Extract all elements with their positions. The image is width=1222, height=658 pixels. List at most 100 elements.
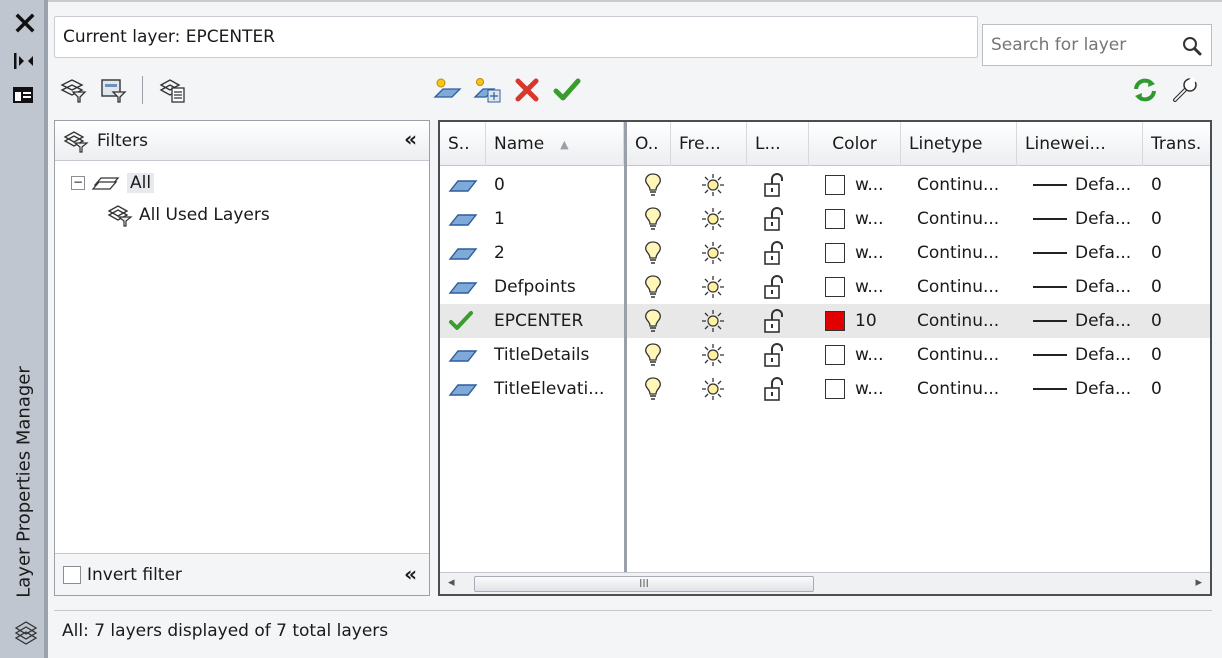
layer-freeze-toggle[interactable] [692,304,742,338]
layer-lock-toggle[interactable] [755,338,809,372]
layer-color[interactable]: 10 [817,304,901,338]
scroll-left-icon[interactable]: ◂ [448,575,455,590]
column-lineweight[interactable]: Linewei... [1017,122,1143,166]
invert-filter-checkbox[interactable] [63,565,81,584]
status-cell[interactable] [440,168,486,202]
search-layer-box[interactable] [982,24,1212,66]
close-icon[interactable] [14,12,36,34]
layer-name[interactable]: Defpoints [486,270,624,304]
horizontal-scrollbar[interactable]: ◂ III ▸ [440,572,1210,594]
scroll-thumb[interactable]: III [474,576,814,592]
layer-linetype[interactable]: Continu... [909,372,1017,406]
layer-freeze-toggle[interactable] [692,338,742,372]
layer-freeze-toggle[interactable] [692,270,742,304]
layer-lock-toggle[interactable] [755,202,809,236]
layer-color[interactable]: w... [817,338,901,372]
layer-transparency[interactable]: 0 [1143,236,1210,270]
column-lock[interactable]: L... [747,122,809,166]
properties-menu-icon[interactable] [12,85,34,105]
layer-linetype[interactable]: Continu... [909,236,1017,270]
layer-lock-toggle[interactable] [755,236,809,270]
layer-lock-toggle[interactable] [755,168,809,202]
new-layer-vp-frozen-button[interactable] [472,75,502,105]
column-on[interactable]: O.. [627,122,671,166]
layer-on-toggle[interactable] [635,270,671,304]
layer-color[interactable]: w... [817,168,901,202]
status-cell[interactable] [440,236,486,270]
table-row[interactable]: 1 w... Continu... Defa... 0 [440,202,1210,236]
layer-lineweight[interactable]: Defa... [1025,304,1143,338]
layer-linetype[interactable]: Continu... [909,304,1017,338]
layer-name[interactable]: TitleDetails [486,338,624,372]
layer-name[interactable]: TitleElevati... [486,372,624,406]
column-status[interactable]: S.. [440,122,486,166]
layer-name[interactable]: 2 [486,236,624,270]
layer-name[interactable]: 1 [486,202,624,236]
column-transparency[interactable]: Trans. [1143,122,1210,166]
layer-lock-toggle[interactable] [755,304,809,338]
layer-color[interactable]: w... [817,236,901,270]
layer-lineweight[interactable]: Defa... [1025,270,1143,304]
layer-lineweight[interactable]: Defa... [1025,202,1143,236]
layer-name[interactable]: EPCENTER [486,304,624,338]
status-cell[interactable] [440,338,486,372]
column-color[interactable]: Color [809,122,901,166]
status-cell[interactable] [440,270,486,304]
tree-node-all-used[interactable]: All Used Layers [107,199,270,231]
settings-button[interactable] [1170,75,1200,105]
auto-hide-icon[interactable] [12,50,36,72]
layer-linetype[interactable]: Continu... [909,168,1017,202]
table-row[interactable]: 0 w... Continu... Defa... 0 [440,168,1210,202]
tree-expander[interactable]: − [71,176,85,190]
set-current-button[interactable] [552,75,582,105]
column-name[interactable]: Name ▲ [486,122,624,166]
tree-node-all[interactable]: − All [71,167,270,199]
table-row[interactable]: EPCENTER 10 Continu... Defa... 0 [440,304,1210,338]
layer-linetype[interactable]: Continu... [909,202,1017,236]
layer-color[interactable]: w... [817,372,901,406]
status-cell[interactable] [440,202,486,236]
layer-transparency[interactable]: 0 [1143,372,1210,406]
search-layer-input[interactable] [991,35,1171,55]
layer-lineweight[interactable]: Defa... [1025,168,1143,202]
layer-linetype[interactable]: Continu... [909,338,1017,372]
layer-lineweight[interactable]: Defa... [1025,338,1143,372]
new-group-filter-button[interactable] [98,75,128,105]
scroll-right-icon[interactable]: ▸ [1195,575,1202,590]
layer-on-toggle[interactable] [635,202,671,236]
new-layer-button[interactable] [432,75,462,105]
layer-lineweight[interactable]: Defa... [1025,236,1143,270]
collapse-filters-button[interactable]: « [404,127,417,151]
layer-name[interactable]: 0 [486,168,624,202]
layer-transparency[interactable]: 0 [1143,270,1210,304]
table-row[interactable]: 2 w... Continu... Defa... 0 [440,236,1210,270]
table-row[interactable]: TitleElevati... w... Continu... Defa... 0 [440,372,1210,406]
layer-transparency[interactable]: 0 [1143,338,1210,372]
layer-transparency[interactable]: 0 [1143,168,1210,202]
layer-color[interactable]: w... [817,202,901,236]
layer-lineweight[interactable]: Defa... [1025,372,1143,406]
status-cell[interactable] [440,372,486,406]
layer-freeze-toggle[interactable] [692,372,742,406]
status-cell[interactable] [440,304,486,338]
layer-linetype[interactable]: Continu... [909,270,1017,304]
column-freeze[interactable]: Fre... [671,122,747,166]
table-row[interactable]: Defpoints w... Continu... Defa... 0 [440,270,1210,304]
layer-on-toggle[interactable] [635,168,671,202]
layer-on-toggle[interactable] [635,372,671,406]
layer-lock-toggle[interactable] [755,372,809,406]
layer-freeze-toggle[interactable] [692,202,742,236]
layer-transparency[interactable]: 0 [1143,304,1210,338]
layer-color[interactable]: w... [817,270,901,304]
layer-on-toggle[interactable] [635,338,671,372]
layer-lock-toggle[interactable] [755,270,809,304]
layer-on-toggle[interactable] [635,236,671,270]
layer-states-manager-button[interactable] [157,75,187,105]
layer-freeze-toggle[interactable] [692,236,742,270]
delete-layer-button[interactable] [512,75,542,105]
layer-transparency[interactable]: 0 [1143,202,1210,236]
layer-on-toggle[interactable] [635,304,671,338]
table-row[interactable]: TitleDetails w... Continu... Defa... 0 [440,338,1210,372]
search-icon[interactable] [1181,35,1203,57]
frozen-column-divider[interactable] [624,122,627,594]
